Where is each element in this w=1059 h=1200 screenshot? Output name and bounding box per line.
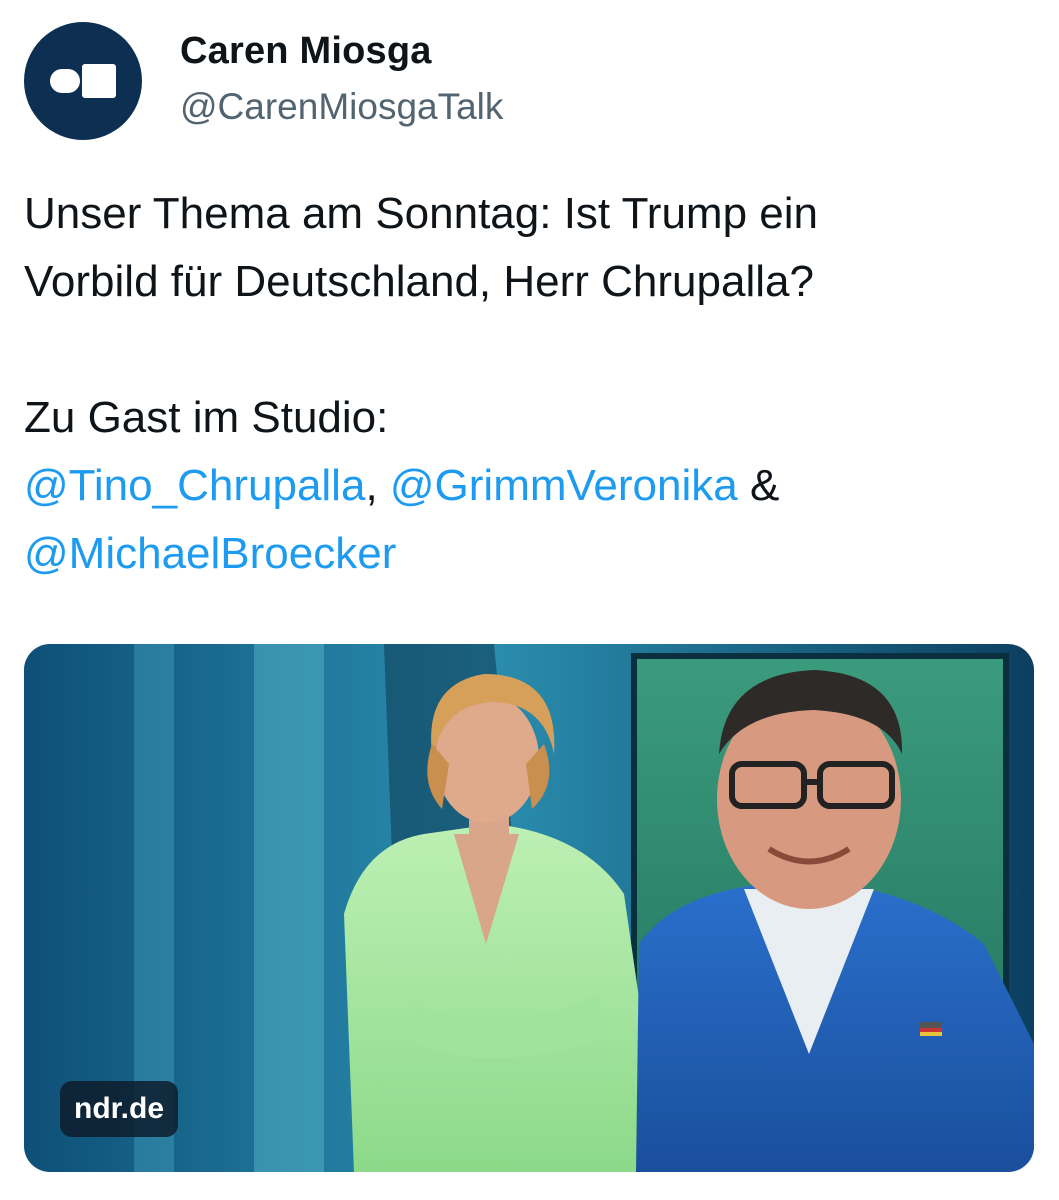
tweet-line: Unser Thema am Sonntag: Ist Trump ein (24, 189, 818, 238)
tweet-line: Vorbild für Deutschland, Herr Chrupalla? (24, 257, 814, 306)
author-handle[interactable]: @CarenMiosgaTalk (180, 86, 503, 128)
guests-intro: Zu Gast im Studio: (24, 393, 389, 442)
source-badge[interactable]: ndr.de (60, 1081, 179, 1137)
mention-grimm-veronika[interactable]: @GrimmVeronika (390, 461, 738, 510)
mention-separator: , (365, 461, 390, 510)
guest-mentions: @Tino_Chrupalla, @GrimmVeronika & (24, 452, 1034, 520)
mention-michael-broecker[interactable]: @MichaelBroecker (24, 529, 396, 578)
tweet-text: Unser Thema am Sonntag: Ist Trump ein Vo… (24, 180, 1034, 588)
mention-separator: & (737, 461, 780, 510)
caren-miosga-logo-icon (50, 64, 116, 98)
author-name[interactable]: Caren Miosga (180, 30, 432, 73)
profile-avatar[interactable] (24, 22, 142, 140)
mention-tino-chrupalla[interactable]: @Tino_Chrupalla (24, 461, 365, 510)
